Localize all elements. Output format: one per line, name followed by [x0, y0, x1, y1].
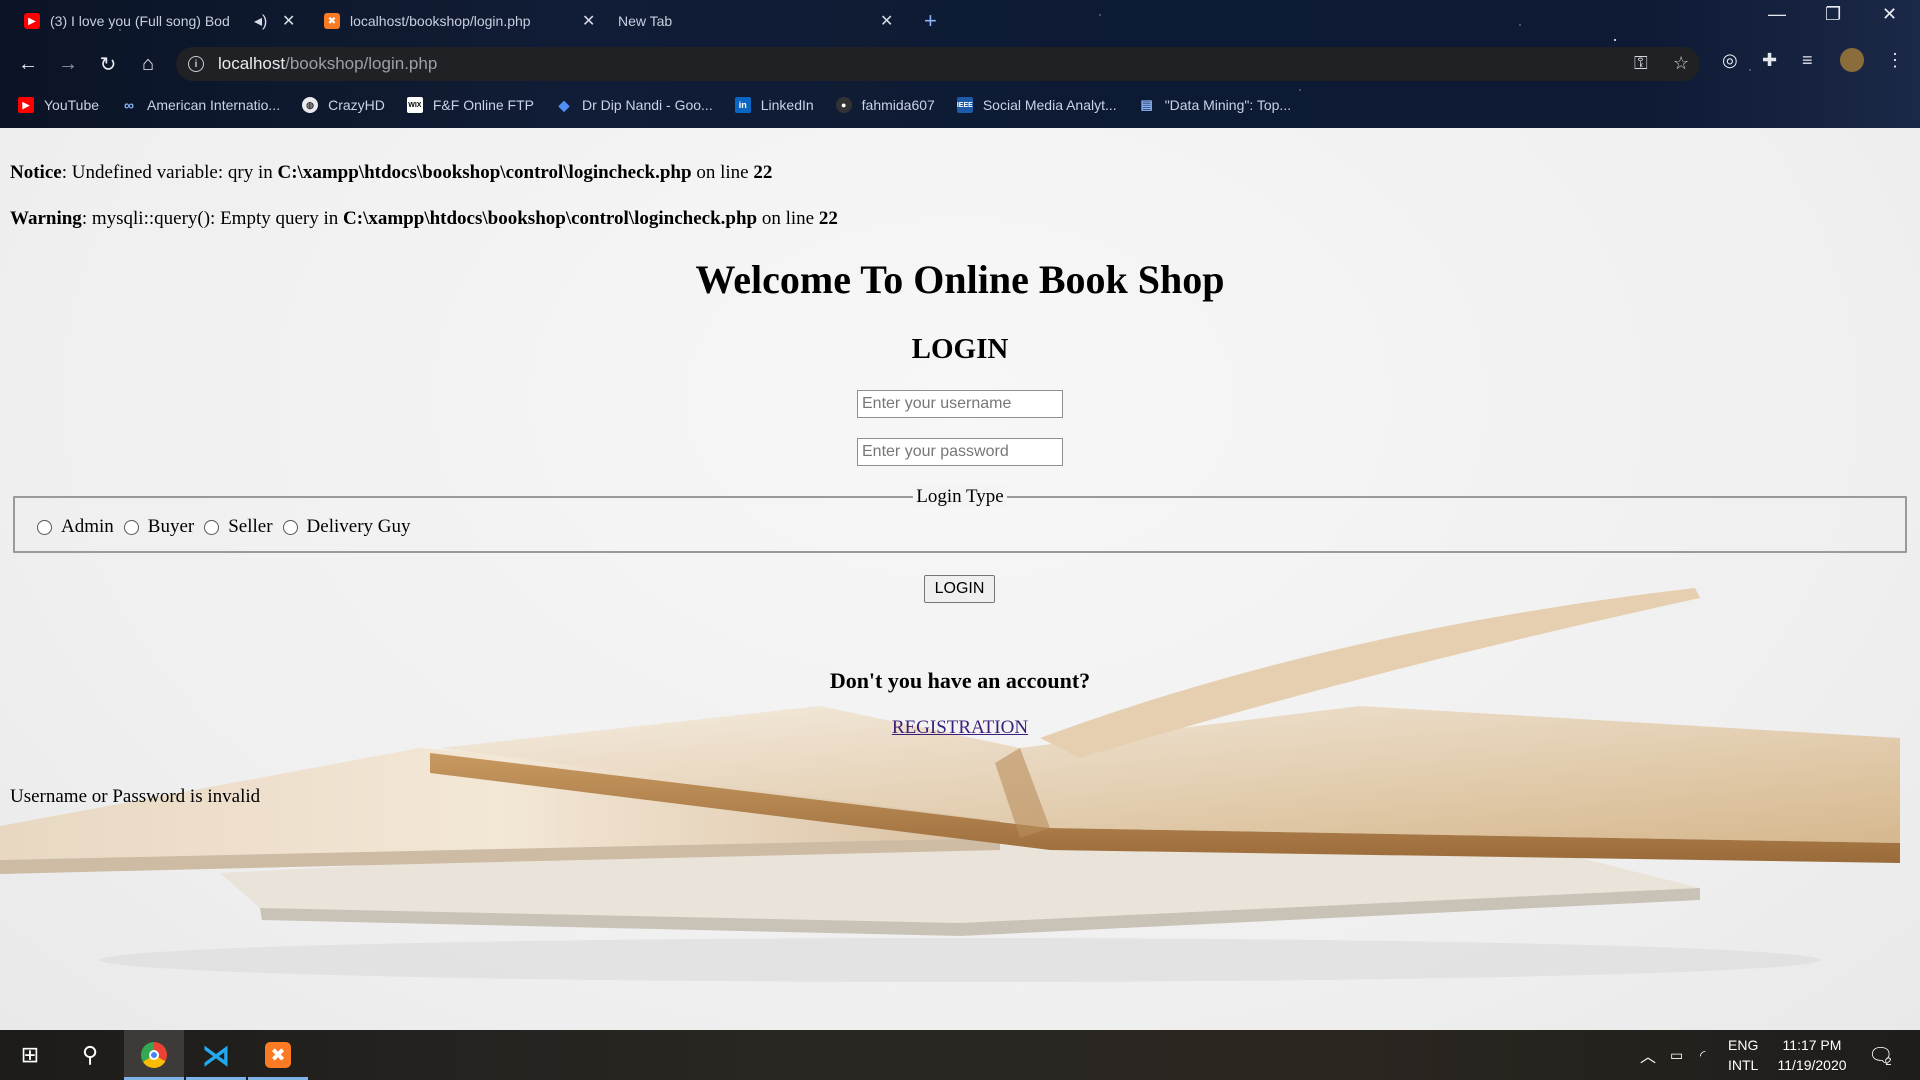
battery-icon[interactable]: ▭	[1670, 1030, 1683, 1080]
registration-link-wrap: REGISTRATION	[0, 717, 1920, 739]
vscode-icon: ⋊	[202, 1039, 230, 1071]
radio-admin[interactable]: Admin	[37, 516, 114, 538]
link-icon: ∞	[124, 97, 134, 113]
system-clock[interactable]: 11:17 PM 11/19/2020	[1772, 1030, 1852, 1080]
github-icon: ●	[835, 97, 852, 113]
page-title: Welcome To Online Book Shop	[695, 257, 1225, 302]
bookmark-dr-dip-nandi[interactable]: ◆ Dr Dip Nandi - Goo...	[556, 96, 713, 114]
bookmark-youtube[interactable]: ▶ YouTube	[18, 97, 99, 113]
radio-button[interactable]	[123, 519, 139, 535]
xampp-icon: ✖	[324, 13, 340, 29]
profile-avatar[interactable]	[1840, 48, 1864, 72]
back-icon[interactable]: ←	[14, 50, 42, 78]
menu-kebab-icon[interactable]: ⋮	[1886, 50, 1904, 71]
youtube-icon: ▶	[24, 13, 40, 29]
search-icon[interactable]: ⚲	[60, 1030, 120, 1080]
php-notice-message: Notice: Undefined variable: qry in C:\xa…	[10, 162, 773, 183]
forward-icon[interactable]: →	[54, 50, 82, 78]
radio-seller[interactable]: Seller	[204, 516, 273, 538]
close-window-icon[interactable]: ✕	[1882, 4, 1897, 25]
username-input[interactable]	[857, 390, 1063, 418]
speaker-icon[interactable]: ◂)	[254, 11, 267, 31]
globe-icon: ◍	[302, 97, 319, 113]
document-icon: ▤	[1140, 97, 1153, 112]
linkedin-icon: in	[734, 97, 751, 113]
notification-count: 2	[1885, 1056, 1892, 1068]
address-bar[interactable]: i localhost/bookshop/login.php ⚿ ☆	[176, 47, 1700, 81]
home-icon[interactable]: ⌂	[134, 50, 162, 78]
login-type-fieldset: Login Type Admin Buyer Seller Delivery G…	[13, 486, 1907, 553]
login-type-radio-group: Admin Buyer Seller Delivery Guy	[37, 516, 421, 538]
youtube-icon: ▶	[18, 97, 34, 113]
wix-icon: WIX	[406, 97, 423, 113]
bookmark-fahmida607[interactable]: ● fahmida607	[835, 97, 935, 113]
url-path: /bookshop/login.php	[285, 54, 438, 73]
bookmark-data-mining[interactable]: ▤ "Data Mining": Top...	[1139, 97, 1292, 113]
bookmark-star-icon[interactable]: ☆	[1673, 53, 1689, 74]
close-tab-icon[interactable]: ✕	[880, 11, 893, 31]
bookmarks-bar: ▶ YouTube ∞ American Internatio... ◍ Cra…	[0, 90, 1920, 120]
xampp-icon: ✖	[265, 1042, 291, 1068]
xampp-taskbar-button[interactable]: ✖	[248, 1030, 308, 1080]
windows-start-icon[interactable]: ⊞	[0, 1030, 60, 1080]
radio-delivery-guy[interactable]: Delivery Guy	[282, 516, 411, 538]
extension-icon[interactable]: ◎	[1722, 50, 1738, 71]
radio-button[interactable]	[204, 519, 220, 535]
chrome-icon	[141, 1042, 167, 1068]
close-tab-icon[interactable]: ✕	[582, 11, 595, 31]
graduation-cap-icon: ◆	[558, 96, 570, 113]
tab-title: New Tab	[618, 13, 673, 29]
login-heading: LOGIN	[911, 333, 1009, 365]
page-viewport: Notice: Undefined variable: qry in C:\xa…	[0, 128, 1920, 1030]
bookmark-american-international[interactable]: ∞ American Internatio...	[121, 97, 280, 113]
password-input[interactable]	[857, 438, 1063, 466]
browser-chrome: ▶ (3) I love you (Full song) Bod ◂) ✕ ✖ …	[0, 0, 1920, 128]
tab-title: localhost/bookshop/login.php	[350, 13, 531, 29]
tab-login-page[interactable]: ✖ localhost/bookshop/login.php ✕	[324, 6, 604, 36]
php-warning-message: Warning: mysqli::query(): Empty query in…	[10, 208, 838, 229]
chrome-taskbar-button[interactable]	[124, 1030, 184, 1080]
radio-buyer[interactable]: Buyer	[123, 516, 194, 538]
account-question: Don't you have an account?	[829, 668, 1091, 693]
windows-taskbar: ⊞ ⚲ ⋊ ✖ ︿ ▭ ◜ ENG INTL 11:17 PM 11/19/20…	[0, 1030, 1920, 1080]
bookmark-crazyhd[interactable]: ◍ CrazyHD	[302, 97, 385, 113]
bookmark-ff-online-ftp[interactable]: WIX F&F Online FTP	[406, 97, 534, 113]
bookmark-linkedin[interactable]: in LinkedIn	[734, 97, 814, 113]
restore-icon[interactable]: ❐	[1825, 4, 1841, 25]
tab-title: (3) I love you (Full song) Bod	[50, 13, 230, 29]
notification-center-icon[interactable]: 🗨 2	[1868, 1030, 1893, 1080]
registration-link[interactable]: REGISTRATION	[892, 717, 1028, 738]
url-host: localhost	[218, 54, 286, 73]
extensions-puzzle-icon[interactable]: ✚	[1762, 50, 1777, 71]
minimize-icon[interactable]: —	[1768, 4, 1786, 25]
vscode-taskbar-button[interactable]: ⋊	[186, 1030, 246, 1080]
tab-youtube[interactable]: ▶ (3) I love you (Full song) Bod ◂) ✕	[24, 6, 304, 36]
login-button[interactable]: LOGIN	[924, 575, 995, 603]
close-tab-icon[interactable]: ✕	[282, 11, 295, 31]
show-hidden-icons-chevron-icon[interactable]: ︿	[1640, 1030, 1656, 1080]
new-tab-button[interactable]: +	[924, 6, 948, 36]
key-icon[interactable]: ⚿	[1634, 53, 1648, 74]
login-type-legend: Login Type	[15, 486, 1905, 508]
ieee-icon: IEEE	[956, 97, 973, 113]
reload-icon[interactable]: ↻	[94, 50, 122, 78]
tab-new-tab[interactable]: New Tab ✕	[618, 6, 898, 36]
site-info-icon[interactable]: i	[188, 56, 204, 72]
input-language-indicator[interactable]: ENG INTL	[1728, 1030, 1758, 1080]
radio-button[interactable]	[282, 519, 298, 535]
wifi-icon[interactable]: ◜	[1700, 1030, 1705, 1080]
open-books-background-image	[0, 588, 1900, 982]
login-error-message: Username or Password is invalid	[10, 786, 261, 807]
browser-toolbar: ← → ↻ ⌂ i localhost/bookshop/login.php ⚿…	[0, 44, 1920, 84]
bookmark-social-media-analytics[interactable]: IEEE Social Media Analyt...	[956, 97, 1117, 113]
media-control-icon[interactable]: ≡	[1802, 50, 1813, 71]
radio-button[interactable]	[37, 519, 52, 535]
